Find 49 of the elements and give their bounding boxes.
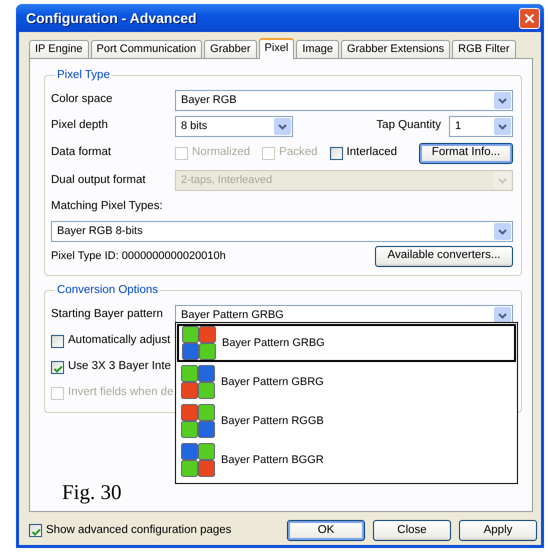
field-label: Data format [51,145,112,160]
field-label: Color space [51,92,114,108]
checkbox[interactable] [29,524,42,537]
tab[interactable]: Grabber [204,40,257,58]
close-button[interactable] [519,8,540,28]
matching-pixel-types-dropdown[interactable]: Bayer RGB 8-bits [51,221,513,242]
pixel-type-id: Pixel Type ID: 0000000000020010h [51,248,226,264]
dropdown-item[interactable]: Bayer Pattern GBRG [177,363,516,401]
group-title: Conversion Options [56,284,159,296]
tab[interactable]: Pixel [258,38,294,59]
tab[interactable]: IP Engine [29,40,89,58]
dropdown-item[interactable]: Bayer Pattern RGGB [177,402,516,440]
field-label: Pixel depth [51,118,109,134]
checkbox-label: Interlaced [346,145,398,160]
checkbox-label: Invert fields when de [68,385,174,400]
color-space-dropdown[interactable]: Bayer RGB [175,90,513,110]
bayer-pattern-icon [182,326,216,360]
bayer-pattern-icon [181,443,215,477]
checkbox-label: Automatically adjust [68,333,170,348]
format-info-button[interactable]: Format Info... [419,142,513,164]
tab[interactable]: Grabber Extensions [340,40,450,58]
dialog-button[interactable]: Apply [459,520,537,541]
checkbox[interactable] [51,334,64,348]
checkbox-label: Normalized [192,145,250,160]
checkbox-label: Use 3X 3 Bayer Inte [68,359,171,374]
bayer-pattern-icon [181,365,215,399]
field-label: Tap Quantity [376,118,441,134]
checkbox[interactable] [51,360,64,374]
field-label: Dual output format [51,172,147,188]
dialog-button[interactable]: Close [373,520,451,541]
window-title: Configuration - Advanced [26,8,197,28]
dropdown-item[interactable]: Bayer Pattern BGGR [177,441,516,479]
close-icon [524,12,535,24]
bayer-pattern-icon [181,404,215,438]
figure-caption: Fig. 30 [62,479,123,506]
dialog-button[interactable]: OK [287,520,365,541]
available-converters-button[interactable]: Available converters... [375,246,513,266]
pixel-depth-dropdown[interactable]: 8 bits [175,116,293,136]
dropdown-item[interactable]: Bayer Pattern GRBG [177,324,516,362]
field-label: Starting Bayer pattern [51,307,164,322]
checkbox[interactable] [330,146,343,160]
field-label: Matching Pixel Types: [51,199,164,214]
tab[interactable]: RGB Filter [452,40,516,58]
checkbox-label: Packed [279,145,318,160]
tap-quantity-dropdown[interactable]: 1 [449,116,513,136]
tab[interactable]: Image [296,40,339,58]
checkbox-label: Show advanced configuration pages [46,522,232,538]
tab[interactable]: Port Communication [90,40,202,58]
group-title: Pixel Type [56,69,111,81]
